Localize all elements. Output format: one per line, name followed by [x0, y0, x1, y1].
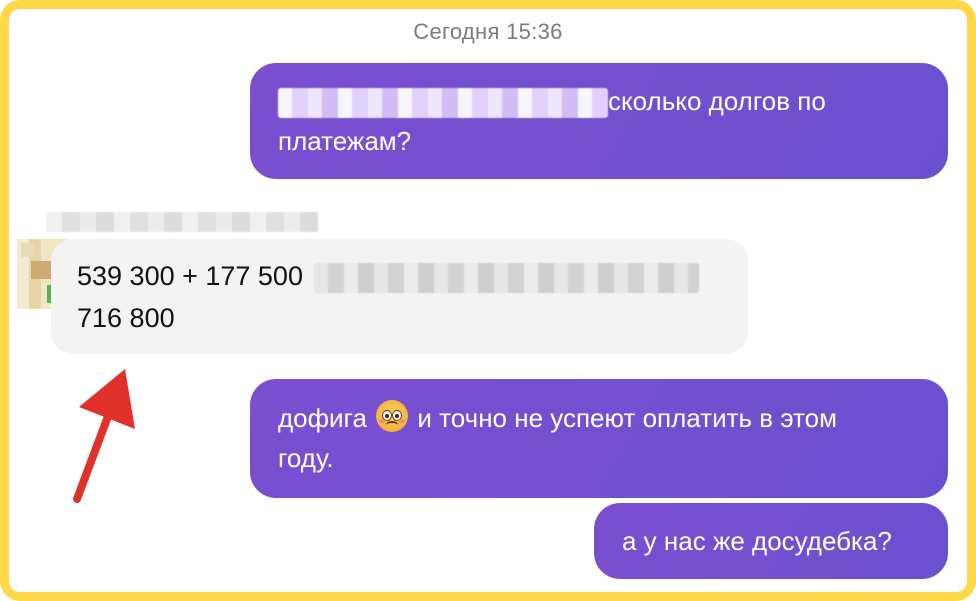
message-bubble-outgoing[interactable]: сколько долгов по платежам? [250, 63, 948, 179]
message-text: сколько долгов по [608, 86, 826, 116]
redacted-text [314, 262, 700, 293]
message-bubble-outgoing[interactable]: дофига и точно не успеют оплатить в этом… [250, 379, 948, 498]
message-text: году. [278, 443, 334, 473]
message-line: сколько долгов по [278, 81, 920, 121]
redacted-text [278, 88, 608, 119]
message-text: а у нас же досудебка? [622, 526, 892, 556]
message-text: 539 300 + 177 500 [77, 261, 303, 291]
message-text: и точно не успеют оплатить в этом [417, 403, 837, 433]
message-line: 539 300 + 177 500 [77, 255, 722, 297]
message-bubble-incoming[interactable]: 539 300 + 177 500 716 800 [51, 239, 748, 354]
message-bubble-outgoing[interactable]: а у нас же досудебка? [594, 503, 948, 579]
message-text: дофига [278, 403, 367, 433]
screenshot-frame: Сегодня 15:36 сколько долгов по платежам… [0, 0, 976, 601]
message-line: дофига и точно не успеют оплатить в этом [278, 398, 920, 438]
worried-face-emoji-icon [376, 400, 409, 432]
annotation-arrow-icon [73, 369, 135, 503]
sender-name-redacted [46, 212, 318, 232]
message-text: платежам? [278, 126, 412, 156]
chat-date-divider: Сегодня 15:36 [413, 19, 563, 44]
message-text: 716 800 [77, 303, 175, 333]
